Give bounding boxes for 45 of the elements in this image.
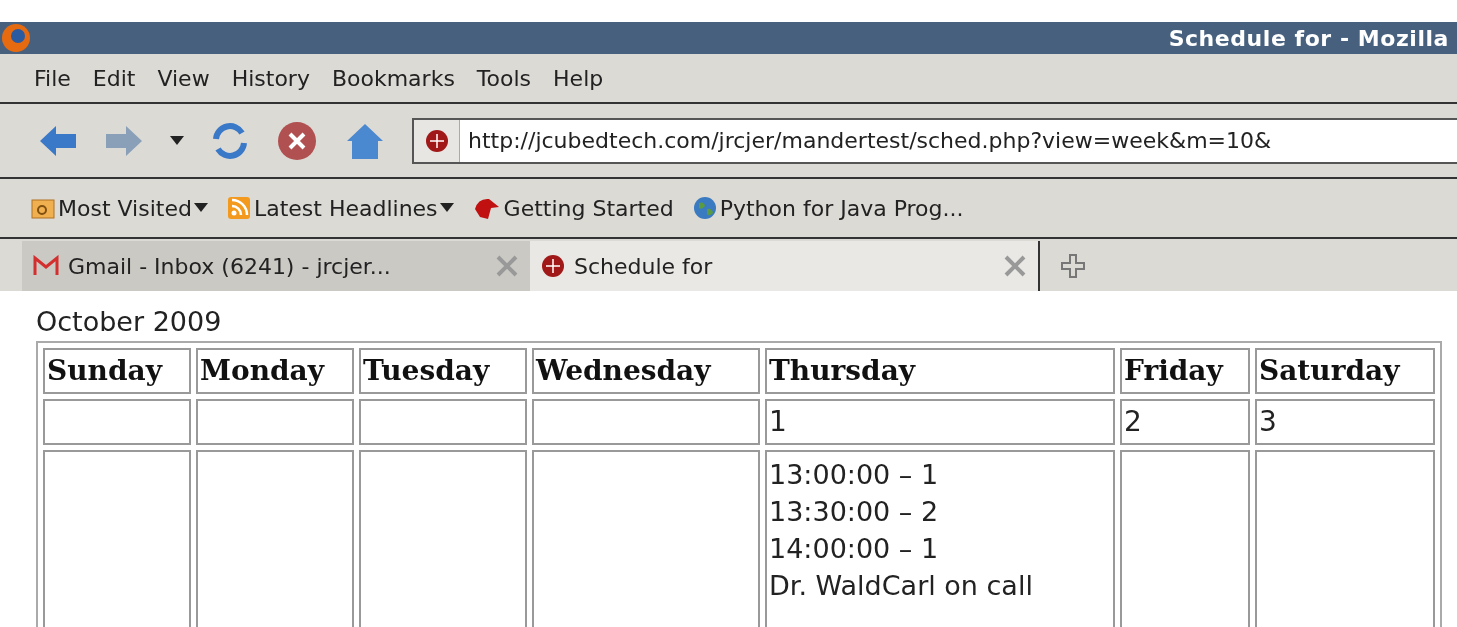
menu-item[interactable]: Edit [92, 61, 136, 95]
site-icon [540, 253, 566, 279]
bookmark-item[interactable]: Latest Headlines [225, 191, 454, 225]
menu-item[interactable]: File [34, 61, 71, 95]
event-entry: 13:00:00 – 1 [769, 458, 940, 492]
close-icon[interactable] [494, 253, 520, 279]
event-entry: 13:30:00 – 2 [769, 495, 940, 529]
event-entry: Dr. WaldCarl on call [769, 569, 1034, 603]
reload-icon[interactable] [210, 120, 250, 161]
day-header: Thursday [765, 348, 1115, 394]
menu-item[interactable]: History [231, 61, 310, 95]
menu-item[interactable]: View [157, 61, 210, 95]
menu-item[interactable]: Help [553, 61, 604, 95]
bookmark-item[interactable]: Python for Java Prog... [691, 191, 964, 225]
feed-icon [225, 195, 252, 221]
stop-icon[interactable] [276, 119, 318, 162]
browser-tab[interactable]: Gmail - Inbox (6241) - jrcjer... [22, 241, 530, 291]
menu-item[interactable]: Bookmarks [331, 61, 455, 95]
date-cell: 2 [1120, 399, 1250, 445]
url-text: http://jcubedtech.com/jrcjer/mandertest/sched.php?view=week&m=10& [467, 127, 1272, 155]
address-bar[interactable]: http://jcubedtech.com/jrcjer/mandertest/sched.php?view=week&m=10& [412, 117, 1457, 164]
caret-icon [439, 203, 454, 213]
bookmark-item[interactable]: Most Visited [30, 191, 208, 225]
new-tab-icon[interactable] [1060, 253, 1086, 279]
globe-icon [691, 195, 718, 221]
mail-icon [32, 255, 60, 277]
caret-icon[interactable] [170, 135, 184, 146]
event-entry: 14:00:00 – 1 [769, 532, 940, 566]
browser-logo-icon [0, 22, 32, 54]
month-heading: October 2009 [36, 305, 223, 339]
date-cell: 1 [765, 399, 1115, 445]
bookmark-item[interactable]: Getting Started [471, 191, 674, 225]
day-header: Saturday [1255, 348, 1435, 394]
day-header: Friday [1120, 348, 1250, 394]
close-icon[interactable] [1002, 253, 1028, 279]
date-cell: 3 [1255, 399, 1435, 445]
day-header: Sunday [43, 348, 191, 394]
menu-item[interactable]: Tools [476, 61, 532, 95]
day-header: Wednesday [532, 348, 760, 394]
caret-icon [193, 203, 208, 213]
site-icon [423, 127, 450, 154]
day-header: Tuesday [359, 348, 527, 394]
window-title: Schedule for - Mozilla [1168, 24, 1450, 53]
day-header: Monday [196, 348, 354, 394]
browser-tab[interactable]: Schedule for [530, 241, 1040, 291]
